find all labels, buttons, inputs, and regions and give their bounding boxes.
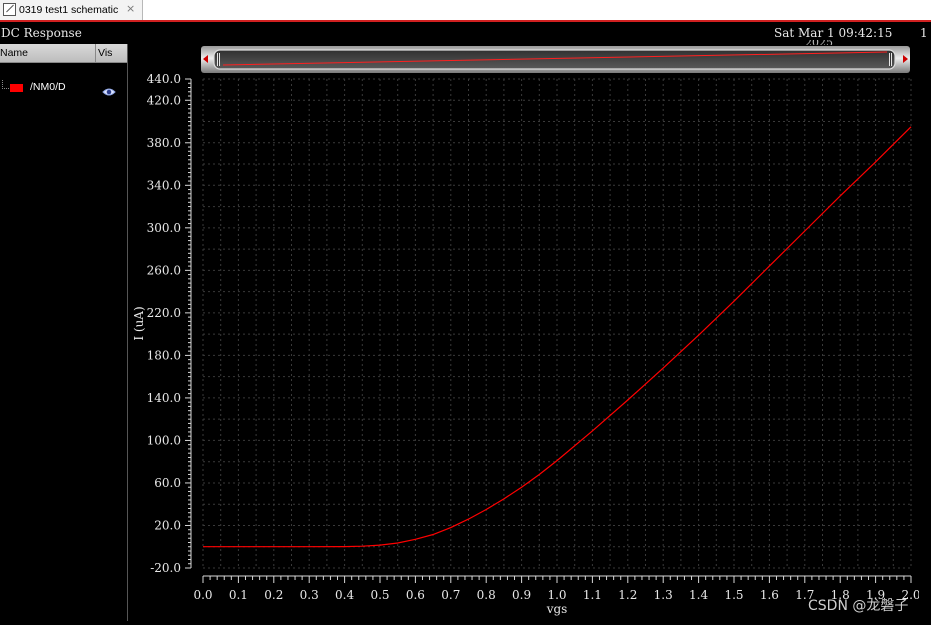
eye-icon[interactable] <box>102 82 116 101</box>
x-tick-label: 0.6 <box>406 588 425 602</box>
x-tick-label: 0.9 <box>512 588 531 602</box>
y-tick-label: 420.0 <box>147 93 181 107</box>
x-tick-label: 1.3 <box>654 588 673 602</box>
x-tick-label: 0.5 <box>370 588 389 602</box>
y-tick-label: 440.0 <box>147 74 181 86</box>
plot-area[interactable]: -20.0 20.0 60.0 100.0 140.0 180.0 220.0 260.0 30… <box>129 72 921 625</box>
x-tick-label: 0.0 <box>193 588 212 602</box>
x-tick-label: 0.2 <box>264 588 283 602</box>
schematic-icon <box>3 3 16 16</box>
column-divider[interactable] <box>95 44 96 63</box>
x-tick-label: 0.8 <box>477 588 496 602</box>
x-tick-label: 1.6 <box>760 588 779 602</box>
y-tick-label: 180.0 <box>147 348 181 362</box>
scrollbar-thumb <box>213 49 896 70</box>
x-tick-label: 0.3 <box>300 588 319 602</box>
datetime-label: Sat Mar 1 09:42:15 <box>774 26 893 40</box>
page-number: 1 <box>920 26 928 40</box>
y-tick-label: 100.0 <box>147 433 181 447</box>
y-tick-label: 260.0 <box>147 263 181 277</box>
tree-connector <box>2 80 9 89</box>
x-tick-label: 0.4 <box>335 588 354 602</box>
zoom-scrollbar[interactable] <box>201 46 910 73</box>
x-tick-label: 1.5 <box>724 588 743 602</box>
x-tick-label: 0.1 <box>229 588 248 602</box>
tab-schematic[interactable]: 0319 test1 schematic × <box>0 0 143 20</box>
close-icon[interactable]: × <box>126 2 135 15</box>
x-tick-label: 1.4 <box>689 588 708 602</box>
x-tick-label: 0.7 <box>441 588 460 602</box>
trace-color-swatch <box>10 84 23 92</box>
x-axis-label: vgs <box>546 602 568 616</box>
window-title: DC Response <box>1 26 82 40</box>
y-tick-label: 140.0 <box>147 391 181 405</box>
tab-bar: 0319 test1 schematic × <box>0 0 931 22</box>
trace-label: /NM0/D <box>30 81 66 93</box>
y-tick-label: 20.0 <box>154 518 181 532</box>
x-tick-label: 1.0 <box>547 588 566 602</box>
datetime-year: 2025 <box>805 40 833 45</box>
tab-label: 0319 test1 schematic <box>19 4 119 16</box>
x-tick-label: 1.2 <box>618 588 637 602</box>
y-tick-label: 300.0 <box>147 221 181 235</box>
y-tick-label: -20.0 <box>150 561 181 575</box>
y-tick-label: 220.0 <box>147 306 181 320</box>
x-tick-label: 1.1 <box>583 588 602 602</box>
window-title-bar: DC Response Sat Mar 1 09:42:15 2025 1 <box>0 24 931 45</box>
y-tick-label: 60.0 <box>154 476 181 490</box>
y-tick-label: 340.0 <box>147 178 181 192</box>
y-tick-label: 380.0 <box>147 136 181 150</box>
y-axis-label: I (uA) <box>132 306 146 340</box>
trace-legend-panel: Name Vis /NM0/D <box>0 44 128 621</box>
column-header-name[interactable]: Name <box>0 47 28 59</box>
trace-row[interactable]: /NM0/D <box>0 80 127 96</box>
column-header-vis[interactable]: Vis <box>98 47 112 59</box>
legend-header: Name Vis <box>0 44 127 63</box>
watermark: CSDN @龙磐子 <box>808 598 909 614</box>
